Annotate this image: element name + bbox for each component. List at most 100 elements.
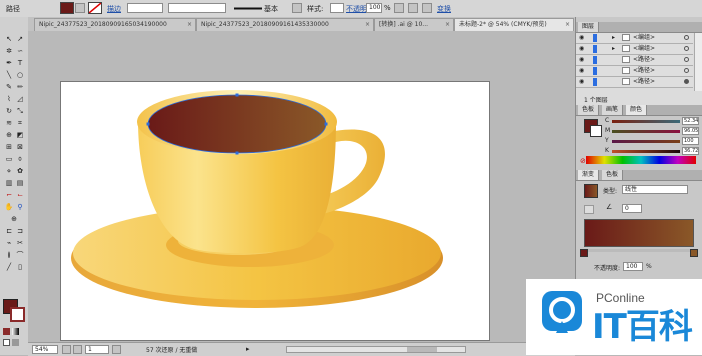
transform-link[interactable]: 变换 <box>437 4 451 14</box>
document-tab[interactable]: [转换] .ai @ 10... × <box>374 18 454 31</box>
slider-track[interactable] <box>612 120 680 123</box>
layer-row[interactable]: ◉ <路径> <box>576 55 693 66</box>
line-tool-icon[interactable]: ╲ <box>4 71 14 80</box>
status-arrow-icon[interactable]: ▸ <box>246 345 256 354</box>
stroke-swatch[interactable] <box>88 2 102 14</box>
arrange-icon[interactable] <box>422 3 432 13</box>
magenta-slider[interactable]: M 96.05 <box>576 126 702 136</box>
scrollbar-thumb[interactable] <box>407 347 437 352</box>
layer-row[interactable]: ◉ ▸ <编组> <box>576 44 693 55</box>
slice-tool-icon[interactable]: ⌙ <box>15 191 25 200</box>
variable-width-field[interactable] <box>168 3 226 13</box>
gradient-type-select[interactable]: 线性 <box>622 185 688 194</box>
blob-brush-tool-icon[interactable]: ⌇ <box>4 95 14 104</box>
angle-field[interactable]: 0 <box>622 204 642 213</box>
reverse-gradient-icon[interactable] <box>584 205 594 214</box>
gradient-slider-track[interactable] <box>584 249 694 252</box>
gradient-tool-icon[interactable]: ▭ <box>4 155 14 164</box>
visibility-icon[interactable]: ◉ <box>579 44 584 54</box>
ellipse-tool-icon[interactable]: ○ <box>15 71 25 80</box>
knife-tool-icon[interactable]: ⌁ <box>4 239 14 248</box>
expand-icon[interactable]: ▸ <box>612 44 615 54</box>
visibility-icon[interactable]: ◉ <box>579 66 584 76</box>
direct-selection-tool-icon[interactable]: ↗ <box>15 35 25 44</box>
free-transform-tool-icon[interactable]: ⌗ <box>15 119 25 128</box>
none-color-icon[interactable]: ⊘ <box>580 157 586 165</box>
next-artboard-icon[interactable] <box>112 345 121 354</box>
graph-tool-icon[interactable]: ▥ <box>4 179 14 188</box>
perspective-grid-tool-icon[interactable]: ⊞ <box>4 143 14 152</box>
target-icon[interactable] <box>684 57 689 62</box>
selection-tool-icon[interactable]: ↖ <box>4 35 14 44</box>
style-swatch[interactable] <box>330 3 344 13</box>
gradient-mode-icon[interactable] <box>12 328 19 335</box>
channel-value[interactable]: 100 <box>682 137 699 145</box>
symbol-sprayer-tool-icon[interactable]: ✿ <box>15 167 25 176</box>
rotate-tool-icon[interactable]: ↻ <box>4 107 14 116</box>
recolor-icon[interactable] <box>394 3 404 13</box>
screen-mode-icon[interactable] <box>12 339 19 346</box>
crop-tool-icon[interactable]: ⊏ <box>4 227 14 236</box>
pen-tool-icon[interactable]: ✒ <box>4 59 14 68</box>
layer-row[interactable]: ◉ <路径> <box>576 66 693 77</box>
stroke-weight-field[interactable] <box>127 3 163 13</box>
warp-tool-icon[interactable]: ≋ <box>4 119 14 128</box>
mesh-tool-icon[interactable]: ⊠ <box>15 143 25 152</box>
channel-value[interactable]: 96.05 <box>682 127 699 135</box>
shape-builder-tool-icon[interactable]: ⊕ <box>4 131 14 140</box>
tab-color[interactable]: 颜色 <box>626 105 648 115</box>
hand-tool-icon[interactable]: ✋ <box>4 203 14 212</box>
width-tool-icon[interactable]: ≬ <box>4 251 14 260</box>
artboard-tool-icon[interactable]: ⌐ <box>4 191 14 200</box>
layer-row[interactable]: ◉ ▸ <编组> <box>576 33 693 44</box>
slider-track[interactable] <box>612 130 680 133</box>
stroke-color-icon[interactable] <box>10 307 25 322</box>
color-mode-icon[interactable] <box>3 328 10 335</box>
horizontal-scrollbar[interactable] <box>286 346 466 353</box>
fill-dropdown-icon[interactable] <box>75 3 85 13</box>
brush-tool-icon[interactable]: ✎ <box>4 83 14 92</box>
target-icon[interactable] <box>684 46 689 51</box>
close-icon[interactable]: × <box>565 19 570 31</box>
rectangle-tool-icon[interactable]: ▯ <box>15 263 25 272</box>
gradient-stop-right[interactable] <box>690 249 698 257</box>
none-mode-icon[interactable] <box>3 339 10 346</box>
align-icon[interactable] <box>408 3 418 13</box>
eyedropper-tool-icon[interactable]: ⌽ <box>15 155 25 164</box>
pencil-tool-icon[interactable]: ✏ <box>15 83 25 92</box>
visibility-icon[interactable]: ◉ <box>579 77 584 87</box>
close-icon[interactable]: × <box>445 19 450 31</box>
coffee-cup-illustration[interactable] <box>28 31 575 342</box>
gradient-preview[interactable] <box>584 184 598 198</box>
stroke-label[interactable]: 描边 <box>107 4 121 14</box>
close-icon[interactable]: × <box>365 19 370 31</box>
color-spectrum[interactable] <box>586 156 696 164</box>
first-artboard-icon[interactable] <box>62 345 71 354</box>
tab-gradient[interactable]: 渐变 <box>578 170 600 180</box>
zoom-field[interactable]: 54% <box>32 345 58 354</box>
slider-track[interactable] <box>612 150 680 153</box>
measure-tool-icon[interactable]: ╱ <box>4 263 14 272</box>
profile-dropdown-icon[interactable] <box>292 3 302 13</box>
tab-layers[interactable]: 图层 <box>578 22 600 32</box>
gradient-stop-left[interactable] <box>580 249 588 257</box>
canvas-area[interactable] <box>28 31 575 342</box>
black-slider[interactable]: K 36.72 <box>576 146 702 156</box>
document-tab-active[interactable]: 未标题-2* @ 54% (CMYK/预览) × <box>454 18 574 31</box>
page-field[interactable]: 1 <box>85 345 109 354</box>
zoom-tool-icon[interactable]: ⚲ <box>15 203 25 212</box>
close-icon[interactable]: × <box>187 19 192 31</box>
target-icon[interactable] <box>684 68 689 73</box>
layer-row[interactable]: ◉ <路径> <box>576 77 693 88</box>
type-tool-icon[interactable]: T <box>15 59 25 68</box>
tab-swatches[interactable]: 色板 <box>578 105 600 115</box>
tab-swatches-2[interactable]: 色板 <box>602 170 624 180</box>
lasso-tool-icon[interactable]: ∽ <box>15 47 25 56</box>
fill-swatch[interactable] <box>60 2 74 14</box>
slider-track[interactable] <box>612 140 680 143</box>
opacity-field[interactable]: 100 <box>366 3 382 13</box>
target-icon[interactable] <box>684 35 689 40</box>
magic-wand-tool-icon[interactable]: ✲ <box>4 47 14 56</box>
yellow-slider[interactable]: Y 100 <box>576 136 702 146</box>
column-graph-tool-icon[interactable]: ▤ <box>15 179 25 188</box>
